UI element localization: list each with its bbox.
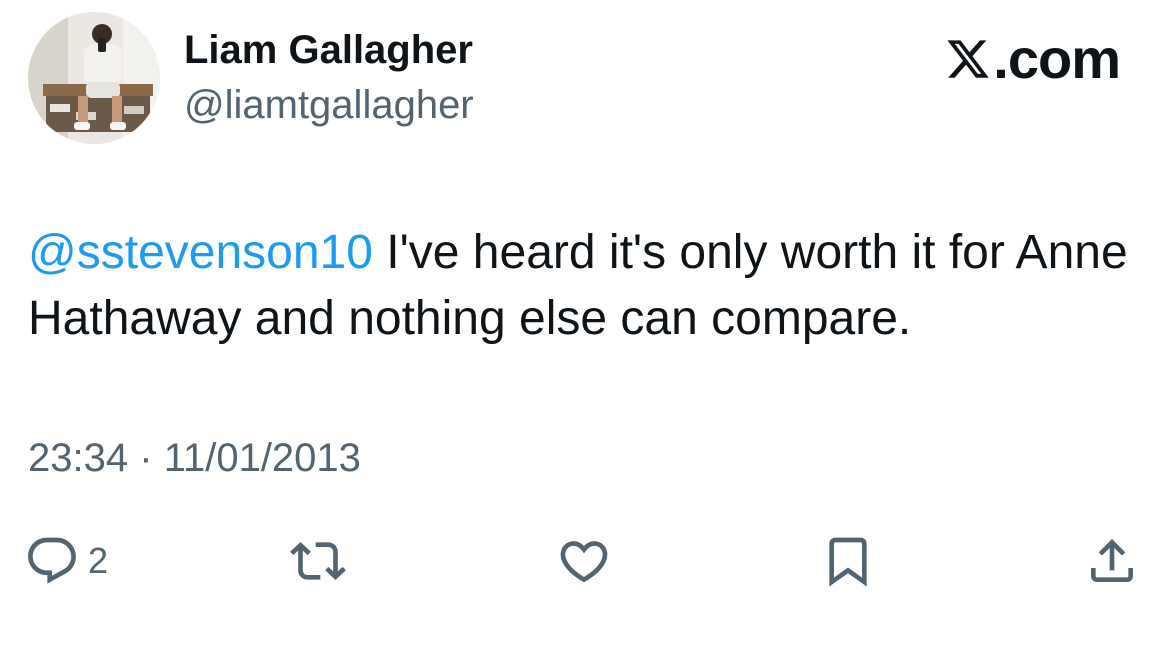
share-icon [1084,533,1140,589]
reply-count: 2 [88,540,109,581]
x-com-brand: .com [945,27,1121,90]
brand-domain-text: .com [993,27,1121,90]
reply-icon [24,533,80,589]
retweet-button[interactable] [290,526,346,596]
profile-photo [28,12,160,144]
tweet-actions: 2 [0,526,1170,596]
retweet-icon [290,533,346,589]
heart-icon [556,533,612,589]
reply-button[interactable]: 2 [24,526,108,596]
tweet-date: 11/01/2013 [163,436,361,480]
author-display-name[interactable]: Liam Gallagher [184,26,473,74]
x-logo-icon [945,36,991,82]
author-avatar[interactable] [28,12,160,144]
bookmark-icon [820,533,876,589]
share-button[interactable] [1084,526,1140,596]
author-handle[interactable]: @liamtgallagher [184,81,474,129]
tweet-time: 23:34 [28,436,129,480]
like-button[interactable] [556,526,612,596]
mention-link[interactable]: @sstevenson10 [28,226,373,279]
bookmark-button[interactable] [820,526,876,596]
tweet-text: @sstevenson10 I've heard it's only worth… [28,220,1138,352]
meta-separator: · [139,436,153,480]
tweet-timestamp[interactable]: 23:34 · 11/01/2013 [28,432,361,484]
